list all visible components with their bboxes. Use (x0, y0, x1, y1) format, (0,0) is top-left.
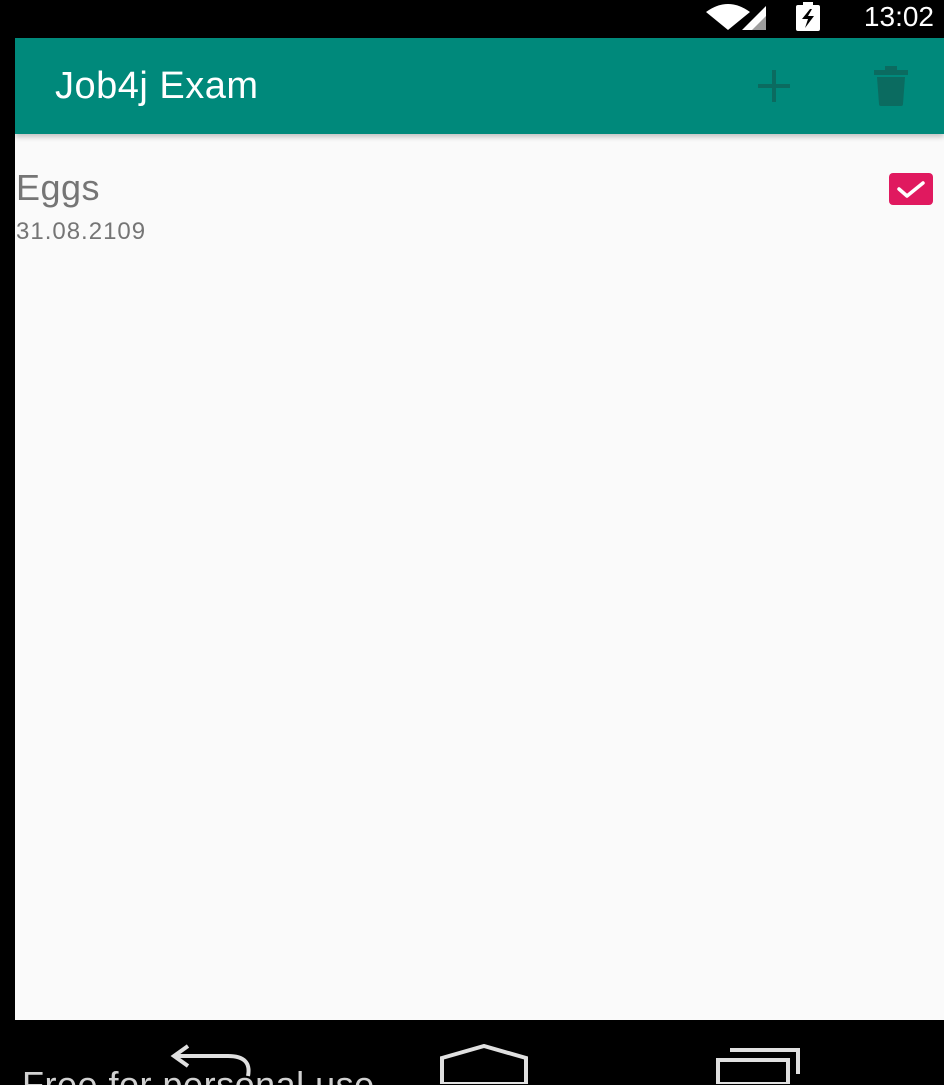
toolbar-title: Job4j Exam (55, 65, 259, 107)
home-icon (440, 1043, 528, 1085)
delete-button[interactable] (867, 62, 915, 110)
status-bar: 13:02 (0, 0, 944, 36)
wifi-icon (706, 4, 750, 30)
recents-icon (716, 1048, 800, 1085)
battery-charging-icon (796, 2, 820, 31)
toolbar: Job4j Exam (15, 38, 944, 134)
watermark-text: Free for personal use (22, 1064, 375, 1085)
status-time: 13:02 (863, 1, 934, 32)
android-screen: 13:02 Job4j Exam Eggs 31.08.2109 Free fo… (0, 0, 944, 1085)
add-button[interactable] (750, 62, 798, 110)
trash-icon (874, 66, 908, 106)
plus-icon (758, 70, 790, 102)
home-button[interactable] (438, 1043, 530, 1085)
done-checkbox[interactable] (889, 173, 933, 205)
navigation-bar: Free for personal use (0, 1020, 944, 1085)
list-item[interactable]: Eggs 31.08.2109 (15, 164, 944, 256)
checkmark-icon (897, 181, 925, 198)
item-date: 31.08.2109 (16, 218, 147, 245)
status-icons (704, 2, 824, 32)
item-title: Eggs (16, 167, 101, 208)
app-content: Job4j Exam Eggs 31.08.2109 (15, 38, 944, 1020)
recents-button[interactable] (714, 1044, 804, 1085)
